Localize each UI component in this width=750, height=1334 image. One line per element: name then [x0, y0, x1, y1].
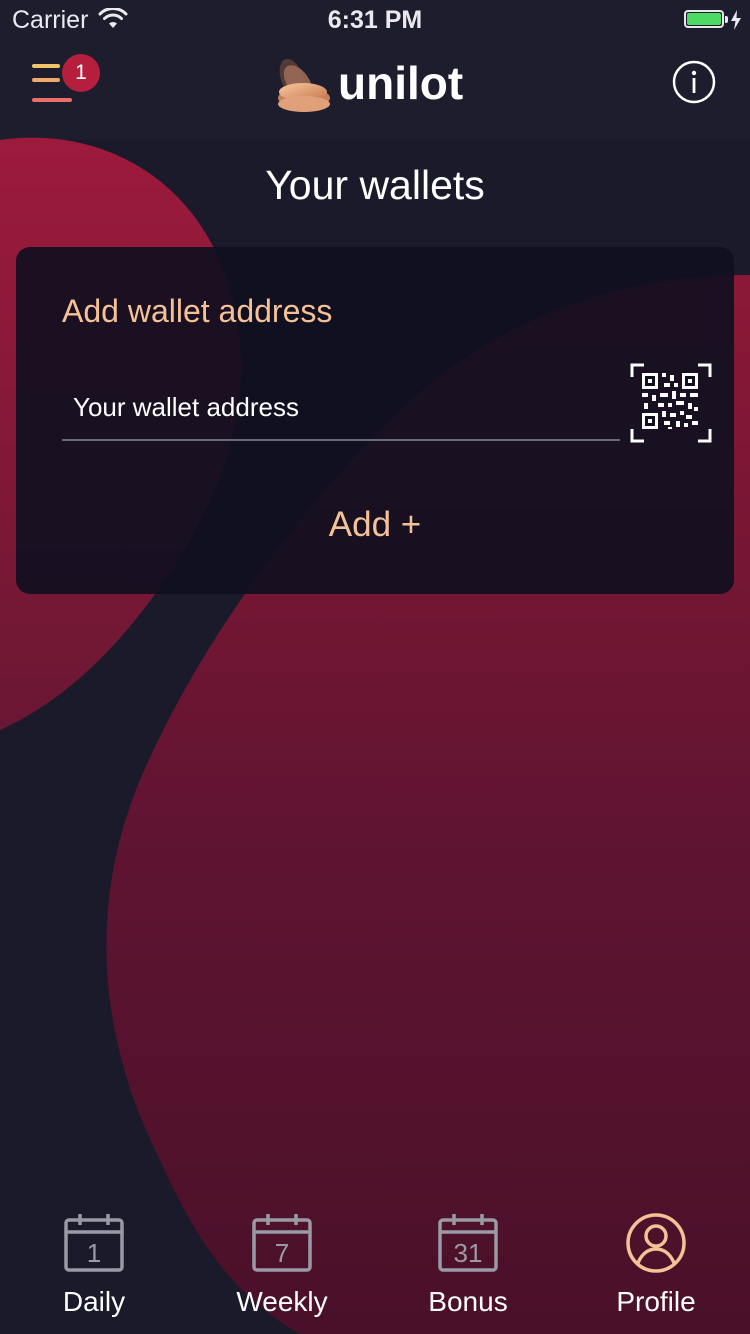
calendar-7-icon: 7	[252, 1214, 312, 1272]
clock-time: 6:31 PM	[327, 6, 423, 34]
user-icon	[626, 1213, 686, 1273]
calendar-1-icon: 1	[64, 1214, 124, 1272]
menu-icon	[32, 64, 60, 68]
notification-badge: 1	[62, 54, 100, 92]
tab-label-profile: Profile	[616, 1286, 696, 1317]
charging-icon	[731, 10, 741, 30]
tab-label-weekly: Weekly	[236, 1286, 328, 1317]
wallet-card: Add wallet address Your wallet address A…	[16, 247, 734, 594]
info-button[interactable]	[672, 60, 716, 104]
tab-bar: 1 Daily 7 Weekly 31 Bonus Profile	[0, 1200, 750, 1334]
logo-text: unilot	[338, 57, 464, 109]
svg-text:1: 1	[87, 1238, 101, 1268]
tab-profile[interactable]: Profile	[576, 1200, 736, 1334]
qr-code-icon	[630, 363, 712, 443]
tab-daily[interactable]: 1 Daily	[14, 1200, 174, 1334]
page-title: Your wallets	[265, 162, 485, 208]
info-icon	[672, 60, 716, 104]
battery-icon	[684, 10, 730, 30]
tab-bonus[interactable]: 31 Bonus	[388, 1200, 548, 1334]
calendar-31-icon: 31	[438, 1214, 498, 1272]
tab-label-daily: Daily	[62, 1286, 126, 1317]
qr-scan-button[interactable]	[630, 363, 712, 443]
card-title: Add wallet address	[62, 293, 333, 329]
menu-button[interactable]: 1	[30, 54, 110, 110]
status-bar: Carrier 6:31 PM	[0, 0, 750, 40]
svg-text:7: 7	[275, 1238, 289, 1268]
coins-logo-icon	[278, 58, 330, 112]
wallet-address-input[interactable]	[62, 375, 620, 441]
tab-weekly[interactable]: 7 Weekly	[202, 1200, 362, 1334]
add-wallet-button[interactable]: Add +	[16, 505, 734, 545]
tab-label-bonus: Bonus	[428, 1286, 508, 1317]
svg-text:31: 31	[454, 1238, 483, 1268]
app-logo: unilot	[270, 52, 490, 116]
